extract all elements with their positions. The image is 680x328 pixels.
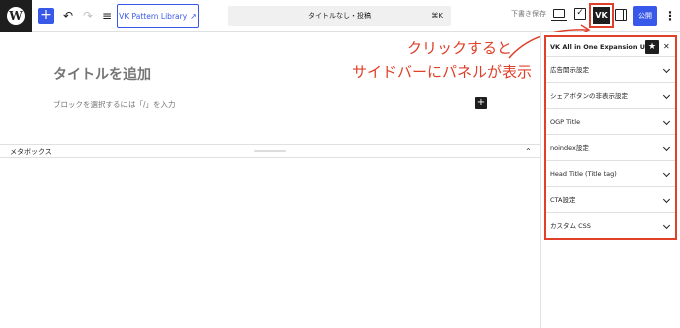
chevron-down-icon xyxy=(662,221,671,230)
document-bar[interactable]: タイトルなし・投稿 ⌘K xyxy=(228,6,451,26)
more-options-icon[interactable]: ⋮ xyxy=(664,8,676,24)
panel-item-custom-css[interactable]: カスタム CSS xyxy=(546,213,675,239)
checklist-icon[interactable]: ✓ xyxy=(574,8,586,20)
panel-item-label: シェアボタンの非表示設定 xyxy=(550,92,628,100)
chevron-up-icon[interactable]: ⌃ xyxy=(525,145,532,159)
save-draft-button[interactable]: 下書き保存 xyxy=(511,9,546,19)
post-title-input[interactable]: タイトルを追加 xyxy=(53,64,151,84)
pattern-library-label: VK Pattern Library xyxy=(119,11,188,21)
metabox-bar[interactable]: メタボックス ⌃ xyxy=(0,144,540,158)
vk-expansion-panel: VK All in One Expansion Unit ★ ✕ 広告開示設定 … xyxy=(544,35,677,240)
panel-item-cta[interactable]: CTA設定 xyxy=(546,187,675,213)
metabox-label: メタボックス xyxy=(10,148,52,156)
resize-handle[interactable] xyxy=(254,150,286,152)
close-icon[interactable]: ✕ xyxy=(663,37,670,57)
chevron-down-icon xyxy=(662,195,671,204)
panel-item-label: noindex設定 xyxy=(550,144,589,152)
publish-button[interactable]: 公開 xyxy=(633,6,657,26)
vk-pattern-library-button[interactable]: VK Pattern Library ↗ xyxy=(117,4,199,28)
star-icon[interactable]: ★ xyxy=(645,40,659,54)
add-block-button[interactable]: + xyxy=(38,8,54,24)
panel-item-share-hide[interactable]: シェアボタンの非表示設定 xyxy=(546,83,675,109)
document-title: タイトルなし・投稿 xyxy=(308,12,371,20)
chevron-down-icon xyxy=(662,143,671,152)
chevron-down-icon xyxy=(662,91,671,100)
panel-item-ad-disclosure[interactable]: 広告開示設定 xyxy=(546,57,675,83)
wordpress-icon: W xyxy=(7,7,25,25)
settings-sidebar-icon[interactable] xyxy=(615,9,627,21)
chevron-down-icon xyxy=(662,117,671,126)
panel-item-label: カスタム CSS xyxy=(550,222,591,230)
list-view-icon[interactable]: ≡ xyxy=(99,8,115,24)
chevron-down-icon xyxy=(662,169,671,178)
annotation-line-2: サイドバーにパネルが表示 xyxy=(351,63,532,81)
external-link-icon: ↗ xyxy=(190,11,197,21)
annotation-line-1: クリックすると xyxy=(406,39,512,57)
panel-item-label: CTA設定 xyxy=(550,196,576,204)
editor-canvas: タイトルを追加 ブロックを選択するには「/」を入力 + クリックすると サイドバ… xyxy=(0,24,591,328)
panel-header: VK All in One Expansion Unit ★ ✕ xyxy=(546,37,675,57)
wordpress-logo-button[interactable]: W xyxy=(0,0,32,32)
settings-sidebar: VK All in One Expansion Unit ★ ✕ 広告開示設定 … xyxy=(540,32,680,328)
redo-icon[interactable]: ↷ xyxy=(80,8,96,24)
undo-icon[interactable]: ↶ xyxy=(60,8,76,24)
panel-item-label: Head Title (Title tag) xyxy=(550,170,617,178)
inline-add-block-button[interactable]: + xyxy=(475,97,487,109)
panel-item-ogp-title[interactable]: OGP Title xyxy=(546,109,675,135)
panel-item-head-title[interactable]: Head Title (Title tag) xyxy=(546,161,675,187)
command-shortcut: ⌘K xyxy=(431,12,443,20)
chevron-down-icon xyxy=(662,65,671,74)
block-appender-hint[interactable]: ブロックを選択するには「/」を入力 xyxy=(53,99,176,110)
panel-item-label: 広告開示設定 xyxy=(550,66,589,74)
panel-item-noindex[interactable]: noindex設定 xyxy=(546,135,675,161)
panel-item-label: OGP Title xyxy=(550,118,581,126)
annotation-callout: クリックすると サイドバーにパネルが表示 xyxy=(322,36,532,84)
panel-title: VK All in One Expansion Unit xyxy=(550,43,656,51)
vk-chart-icon: VK xyxy=(593,7,610,24)
preview-icon[interactable] xyxy=(551,9,567,21)
